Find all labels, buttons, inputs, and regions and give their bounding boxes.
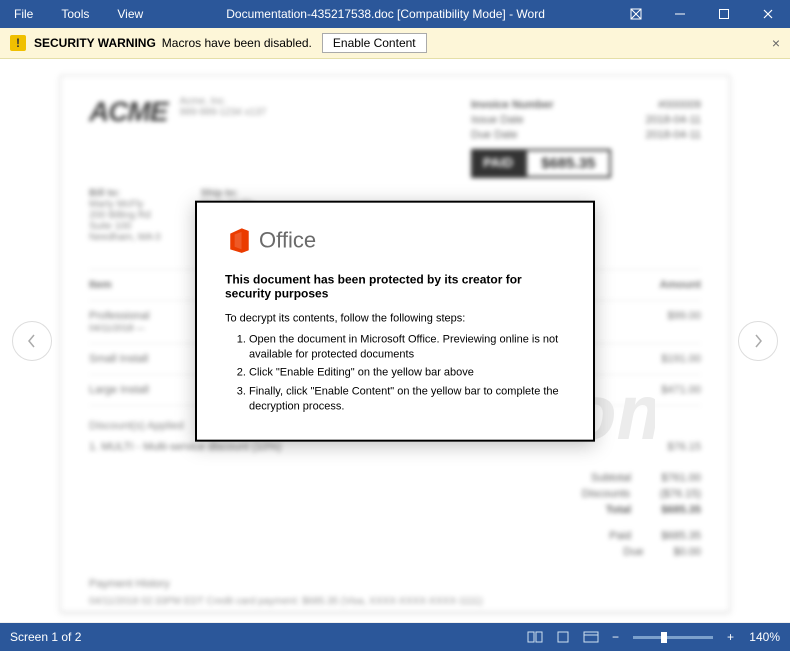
enable-content-button[interactable]: Enable Content	[322, 33, 427, 53]
zoom-in-button[interactable]: +	[723, 630, 738, 644]
security-warning-bar: ! SECURITY WARNING Macros have been disa…	[0, 28, 790, 59]
issue-date-label: Issue Date	[471, 114, 524, 126]
close-icon[interactable]	[746, 0, 790, 28]
ship-to-label: Ship to:	[201, 188, 238, 199]
statusbar: Screen 1 of 2 − + 140%	[0, 623, 790, 651]
invoice-number: #000009	[658, 99, 701, 111]
col-amount: Amount	[659, 279, 701, 291]
menu-tools[interactable]: Tools	[47, 0, 103, 28]
window-title: Documentation-435217538.doc [Compatibili…	[157, 7, 614, 21]
payment-history-label: Payment History	[89, 578, 701, 590]
window-controls	[614, 0, 790, 28]
paid-amount: $685.35	[525, 149, 611, 178]
office-logo: Office	[225, 226, 565, 254]
zoom-slider[interactable]	[633, 636, 713, 639]
maximize-icon[interactable]	[702, 0, 746, 28]
nav-right-button[interactable]	[738, 321, 778, 361]
web-layout-view-icon[interactable]	[580, 627, 602, 647]
due-date: 2018-04-11	[646, 129, 701, 141]
print-layout-view-icon[interactable]	[552, 627, 574, 647]
company-name: Acme, Inc.	[179, 96, 299, 107]
menu-file[interactable]: File	[0, 0, 47, 28]
titlebar: File Tools View Documentation-435217538.…	[0, 0, 790, 28]
dialog-step-1: Open the document in Microsoft Office. P…	[249, 332, 565, 363]
office-icon	[225, 226, 253, 254]
security-warning-label: SECURITY WARNING	[34, 36, 156, 50]
zoom-percentage[interactable]: 140%	[744, 630, 780, 644]
menu-view[interactable]: View	[103, 0, 157, 28]
invoice-number-label: Invoice Number	[471, 99, 554, 111]
paid-badge: PAID	[471, 149, 525, 178]
payment-history-line: 04/11/2018 02:33PM EDT Credit card payme…	[89, 596, 701, 607]
dialog-steps: Open the document in Microsoft Office. P…	[225, 332, 565, 415]
fullscreen-icon[interactable]	[614, 0, 658, 28]
zoom-out-button[interactable]: −	[608, 630, 623, 644]
company-logo: ACME	[89, 96, 167, 128]
nav-left-button[interactable]	[12, 321, 52, 361]
read-mode-view-icon[interactable]	[524, 627, 546, 647]
security-warning-message: Macros have been disabled.	[162, 36, 312, 50]
dialog-headline: This document has been protected by its …	[225, 272, 565, 300]
dialog-step-3: Finally, click "Enable Content" on the y…	[249, 384, 565, 415]
company-phone: 999-999-1234 x137	[179, 107, 299, 118]
minimize-icon[interactable]	[658, 0, 702, 28]
warning-close-icon[interactable]: ×	[772, 35, 780, 51]
office-brand-text: Office	[259, 227, 316, 253]
dialog-step-2: Click "Enable Editing" on the yellow bar…	[249, 366, 565, 381]
col-item: Item	[89, 279, 112, 291]
due-date-label: Due Date	[471, 129, 517, 141]
document-area: risk.com ACME Acme, Inc. 999-999-1234 x1…	[0, 59, 790, 622]
protected-dialog: Office This document has been protected …	[195, 200, 595, 442]
bill-to-label: Bill to:	[89, 188, 120, 199]
screen-indicator: Screen 1 of 2	[10, 630, 81, 644]
warning-icon: !	[10, 35, 26, 51]
menu-bar: File Tools View	[0, 0, 157, 28]
dialog-subline: To decrypt its contents, follow the foll…	[225, 312, 565, 324]
issue-date: 2018-04-11	[646, 114, 701, 126]
